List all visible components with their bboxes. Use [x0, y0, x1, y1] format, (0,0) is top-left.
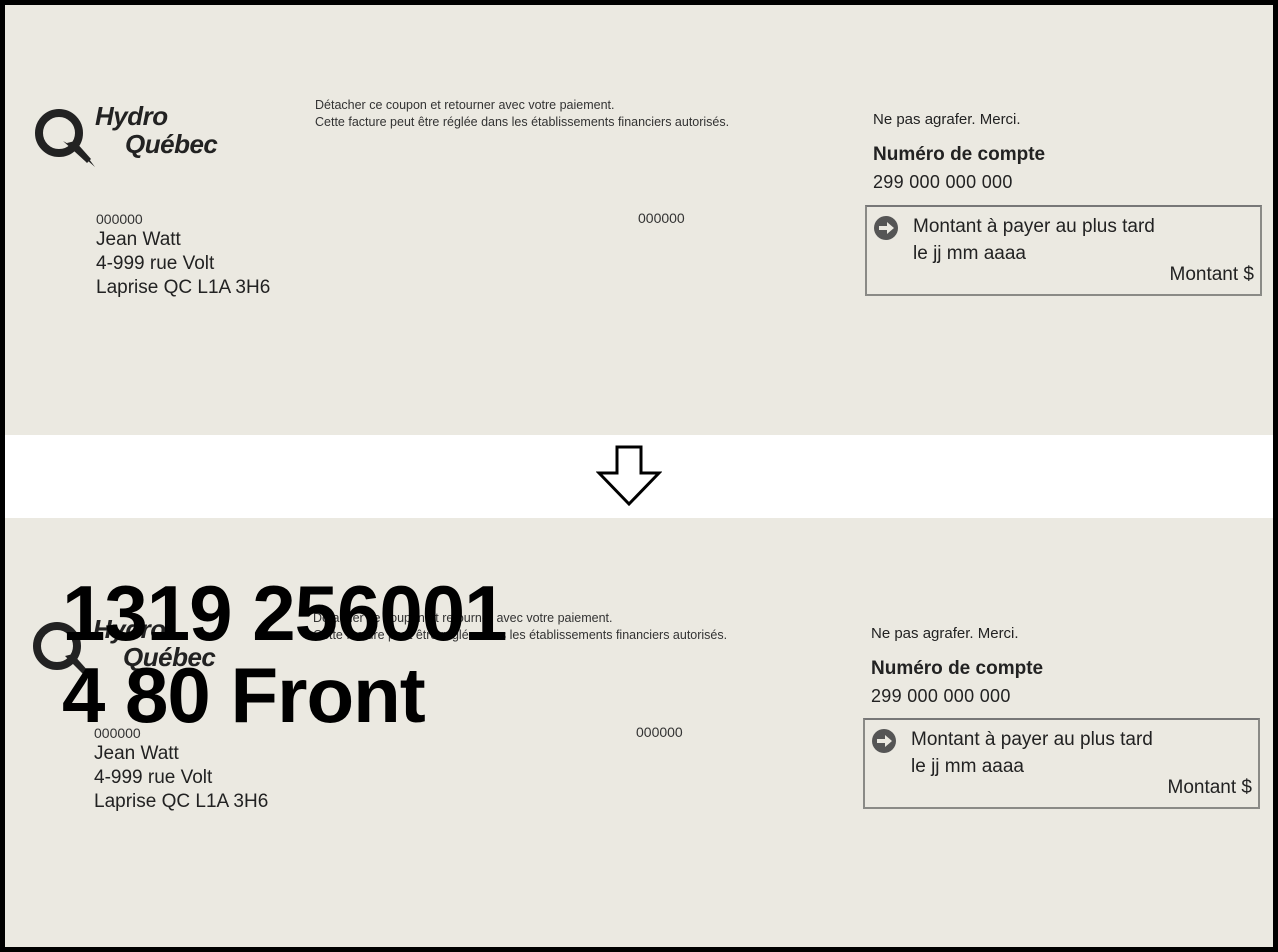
- payment-box: Montant à payer au plus tard le jj mm aa…: [863, 718, 1260, 809]
- customer-name: Jean Watt: [94, 743, 179, 764]
- payment-box: Montant à payer au plus tard le jj mm aa…: [865, 205, 1262, 296]
- hydro-quebec-logo: Hydro Québec: [33, 101, 243, 171]
- payment-due-label: Montant à payer au plus tard le jj mm aa…: [913, 213, 1155, 267]
- payment-due-line-1: Montant à payer au plus tard: [911, 729, 1153, 750]
- account-label: Numéro de compte: [871, 658, 1044, 679]
- brand-hydro: Hydro: [93, 614, 166, 644]
- account-label: Numéro de compte: [873, 144, 1046, 165]
- customer-city: Laprise QC L1A 3H6: [94, 791, 269, 812]
- arrow-right-icon: [874, 216, 898, 240]
- mid-code: 000000: [638, 210, 685, 226]
- customer-address: 000000 Jean Watt 4-999 rue Volt Laprise …: [94, 724, 268, 814]
- payment-due-line-2: le jj mm aaaa: [911, 756, 1024, 777]
- arrow-down-icon: [596, 445, 662, 507]
- payment-due-line-1: Montant à payer au plus tard: [913, 216, 1155, 237]
- brand-quebec: Québec: [123, 642, 216, 672]
- coupon-original: Hydro Québec Détacher ce coupon et retou…: [5, 5, 1273, 435]
- customer-address: 000000 Jean Watt 4-999 rue Volt Laprise …: [96, 210, 270, 300]
- account-number: 299 000 000 000: [873, 172, 1013, 192]
- hydro-quebec-logo: Hydro Québec: [31, 614, 241, 684]
- amount-label: Montant $: [1167, 777, 1253, 798]
- instruction-line-2: Cette facture peut être réglée dans les …: [313, 628, 728, 642]
- customer-name: Jean Watt: [96, 229, 181, 250]
- no-staple-note: Ne pas agrafer. Merci.: [873, 111, 1021, 128]
- arrow-right-icon: [872, 729, 896, 753]
- account-number: 299 000 000 000: [871, 686, 1011, 706]
- coupon-instructions: Détacher ce coupon et retourner avec vot…: [315, 97, 729, 131]
- instruction-line-1: Détacher ce coupon et retourner avec vot…: [315, 98, 615, 112]
- brand-hydro: Hydro: [95, 101, 168, 131]
- mid-code: 000000: [636, 724, 683, 740]
- account-info: Ne pas agrafer. Merci. Numéro de compte …: [873, 111, 1045, 193]
- amount-label: Montant $: [1169, 264, 1255, 285]
- instruction-line-2: Cette facture peut être réglée dans les …: [315, 115, 730, 129]
- coupon-instructions: Détacher ce coupon et retourner avec vot…: [313, 610, 727, 644]
- coupon-annotated: Hydro Québec Détacher ce coupon et retou…: [5, 518, 1273, 947]
- customer-street: 4-999 rue Volt: [96, 253, 215, 274]
- customer-city: Laprise QC L1A 3H6: [96, 277, 271, 298]
- address-code: 000000: [96, 211, 143, 227]
- payment-due-line-2: le jj mm aaaa: [913, 243, 1026, 264]
- instruction-line-1: Détacher ce coupon et retourner avec vot…: [313, 611, 613, 625]
- brand-quebec: Québec: [125, 129, 218, 159]
- payment-due-label: Montant à payer au plus tard le jj mm aa…: [911, 726, 1153, 780]
- account-info: Ne pas agrafer. Merci. Numéro de compte …: [871, 625, 1043, 707]
- no-staple-note: Ne pas agrafer. Merci.: [871, 625, 1019, 642]
- customer-street: 4-999 rue Volt: [94, 767, 213, 788]
- address-code: 000000: [94, 725, 141, 741]
